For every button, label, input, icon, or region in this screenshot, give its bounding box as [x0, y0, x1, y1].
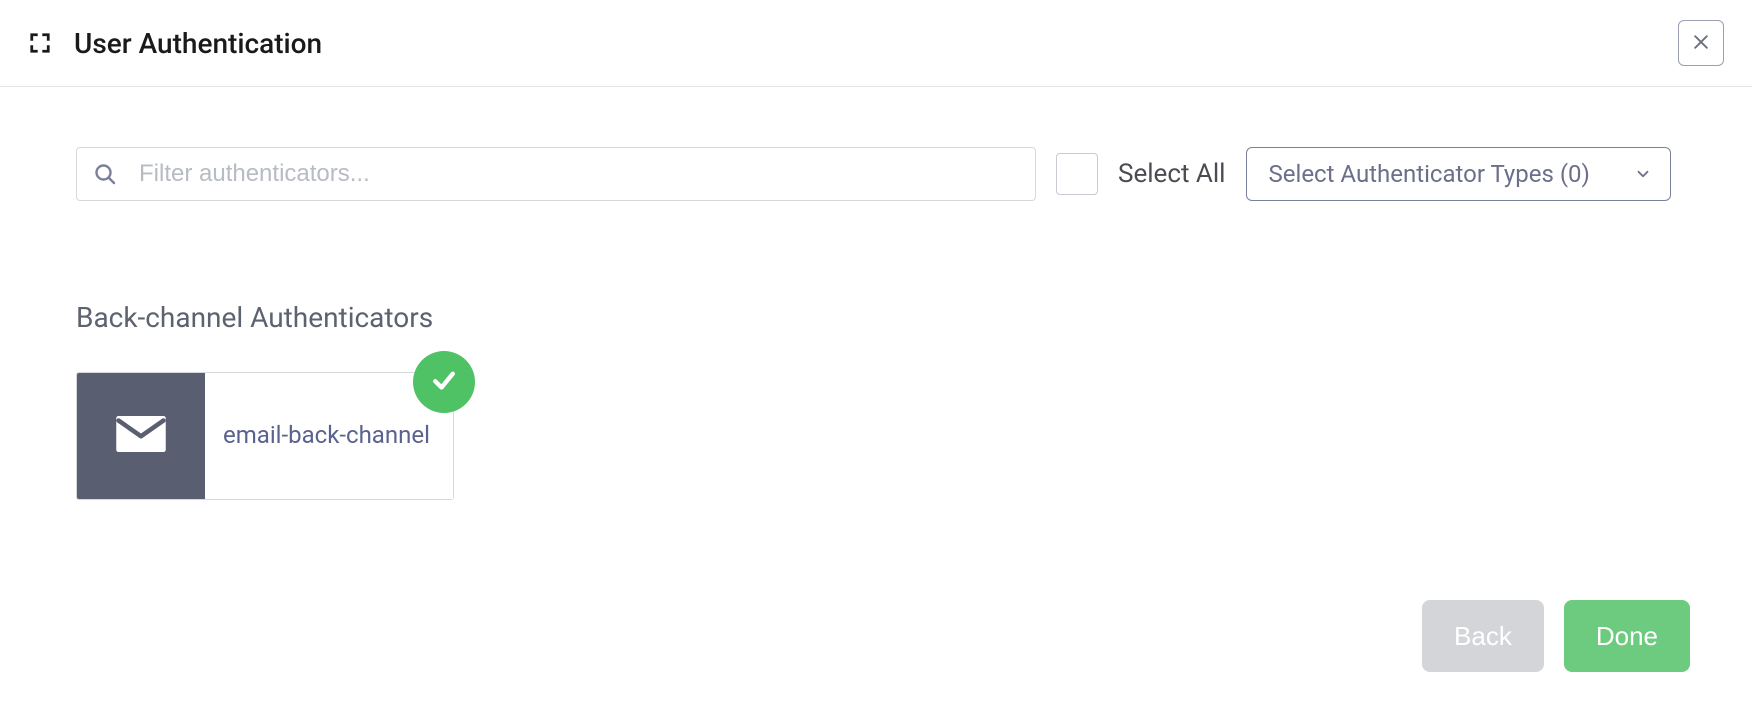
header-left: User Authentication — [28, 27, 322, 60]
section-title: Back-channel Authenticators — [76, 301, 1676, 334]
content: Select All Select Authenticator Types (0… — [0, 87, 1752, 500]
close-icon — [1691, 32, 1711, 55]
card-label: email-back-channel — [223, 420, 430, 451]
card-icon-area — [77, 373, 205, 499]
back-button[interactable]: Back — [1422, 600, 1544, 672]
dropdown-label: Select Authenticator Types (0) — [1269, 160, 1590, 188]
check-icon — [429, 365, 459, 399]
authenticator-card-email-back-channel[interactable]: email-back-channel — [76, 372, 454, 500]
chevron-down-icon — [1634, 165, 1652, 183]
filter-row: Select All Select Authenticator Types (0… — [76, 147, 1676, 201]
selected-badge — [413, 351, 475, 413]
search-input[interactable] — [139, 160, 1019, 188]
search-box[interactable] — [76, 147, 1036, 201]
fullscreen-icon[interactable] — [28, 31, 52, 55]
envelope-icon — [114, 407, 168, 465]
footer-buttons: Back Done — [1422, 600, 1690, 672]
authenticator-type-dropdown[interactable]: Select Authenticator Types (0) — [1246, 147, 1671, 201]
modal-header: User Authentication — [0, 0, 1752, 87]
done-button[interactable]: Done — [1564, 600, 1690, 672]
page-title: User Authentication — [74, 27, 322, 60]
search-icon — [93, 162, 117, 186]
select-all-checkbox[interactable] — [1056, 153, 1098, 195]
close-button[interactable] — [1678, 20, 1724, 66]
select-all-label: Select All — [1118, 159, 1226, 189]
